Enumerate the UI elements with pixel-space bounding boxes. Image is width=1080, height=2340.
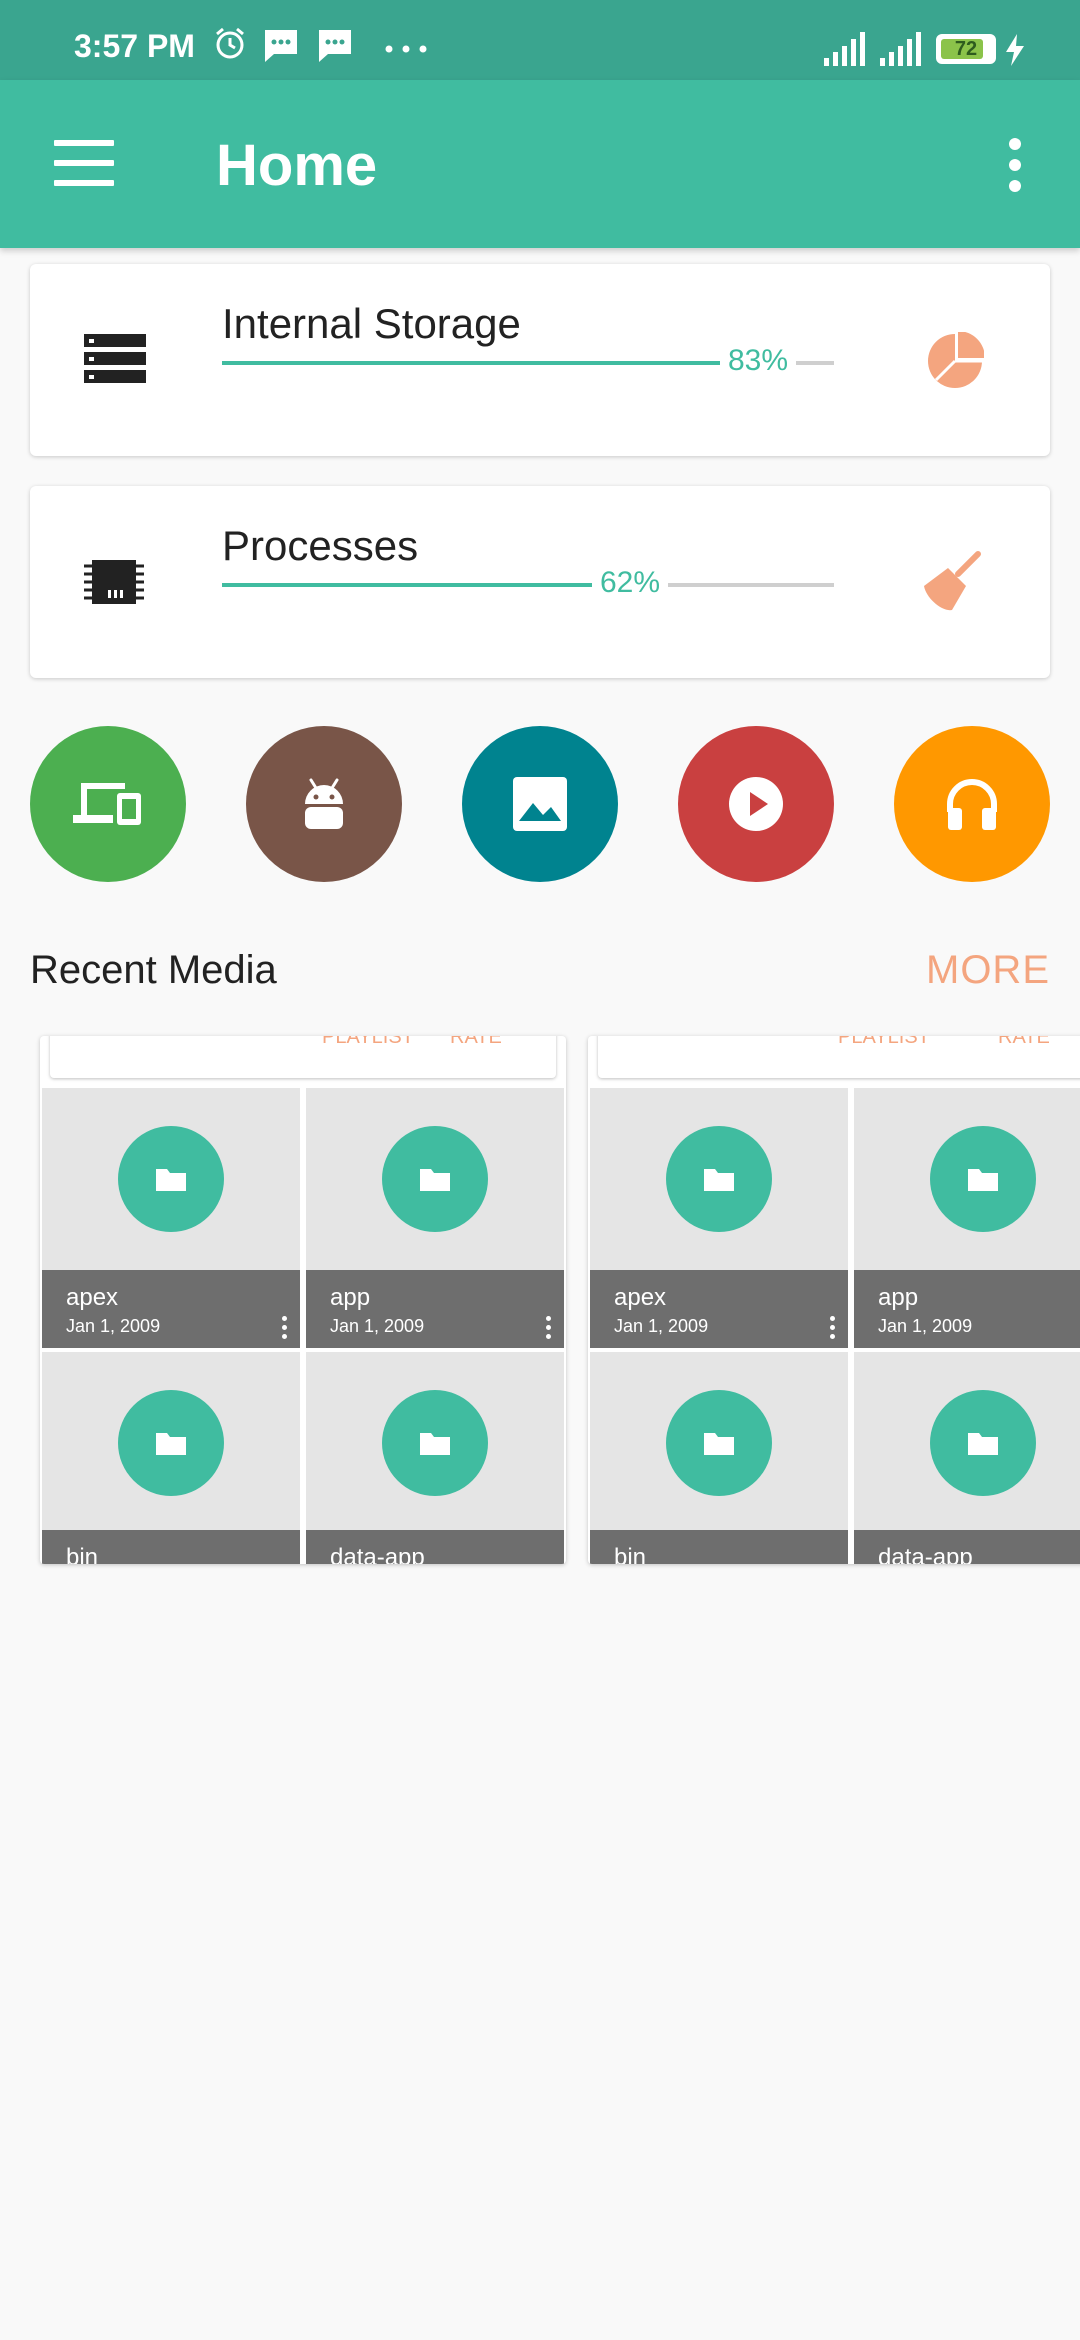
folder-tile[interactable]: data-app (854, 1352, 1080, 1564)
more-vert-icon[interactable] (830, 1316, 836, 1340)
memory-chip-icon (84, 560, 144, 604)
folder-tile[interactable]: bin (42, 1352, 300, 1564)
message-icon (319, 30, 351, 62)
signal-icon (824, 32, 865, 66)
tile-name: apex (614, 1284, 667, 1311)
recent-media-title: Recent Media (30, 948, 277, 992)
headphones-icon (947, 779, 997, 830)
folder-tile[interactable]: apex Jan 1, 2009 (42, 1088, 300, 1348)
tile-name: data-app (330, 1544, 425, 1564)
rate-label[interactable]: RATE (450, 1036, 502, 1049)
tile-date: Jan 1, 2009 (66, 1316, 161, 1336)
folder-tile[interactable]: bin (590, 1352, 848, 1564)
tile-name: app (878, 1284, 919, 1311)
pie-chart-icon[interactable] (926, 332, 984, 390)
battery-level: 72 (954, 38, 978, 60)
folder-icon (118, 1390, 224, 1496)
media-panel-header: PLAYLIST RATE (598, 1036, 1080, 1078)
tile-caption: data-app (306, 1530, 564, 1564)
tile-date: Jan 1, 2009 (878, 1316, 973, 1336)
signal-icon (880, 32, 921, 66)
hamburger-icon[interactable] (54, 140, 114, 190)
tile-name: app (330, 1284, 371, 1311)
internal-storage-title: Internal Storage (222, 300, 521, 347)
tile-caption: apex Jan 1, 2009 (42, 1270, 300, 1348)
tile-date: Jan 1, 2009 (330, 1316, 425, 1336)
tile-date: Jan 1, 2009 (614, 1316, 709, 1336)
folder-icon (382, 1390, 488, 1496)
page-title: Home (216, 133, 378, 198)
category-images[interactable] (462, 726, 618, 882)
devices-icon (73, 783, 141, 825)
tile-caption: bin (590, 1530, 848, 1564)
processes-card[interactable]: Processes 62% (30, 486, 1050, 678)
more-vert-icon[interactable] (546, 1316, 552, 1340)
tile-caption: data-app (854, 1530, 1080, 1564)
category-devices[interactable] (30, 726, 186, 882)
playlist-label[interactable]: PLAYLIST (838, 1036, 930, 1049)
folder-icon (666, 1126, 772, 1232)
playlist-label[interactable]: PLAYLIST (322, 1036, 414, 1049)
processes-percent: 62% (592, 566, 669, 600)
more-vert-icon[interactable] (1003, 138, 1027, 194)
folder-tile[interactable]: app Jan 1, 2009 (854, 1088, 1080, 1348)
folder-icon (930, 1126, 1036, 1232)
message-icon (265, 30, 297, 62)
tile-caption: bin (42, 1530, 300, 1564)
more-dots-icon (385, 45, 427, 53)
tile-name: apex (66, 1284, 119, 1311)
tile-name: bin (614, 1544, 647, 1564)
storage-percent: 83% (720, 344, 797, 378)
alarm-icon (216, 27, 244, 59)
battery-icon: 72 (936, 34, 996, 64)
charging-icon (1006, 34, 1024, 66)
media-panel: PLAYLIST RATE apex Jan 1, 2009 app Jan 1… (588, 1036, 1080, 1564)
processes-progress-fill (222, 583, 594, 587)
folder-icon (382, 1126, 488, 1232)
more-vert-icon[interactable] (282, 1316, 288, 1340)
more-button[interactable]: MORE (926, 948, 1050, 993)
status-bar: 3:57 PM 72 (0, 0, 1080, 80)
broom-icon[interactable] (922, 550, 984, 614)
media-panel-header: PLAYLIST RATE (50, 1036, 556, 1078)
folder-tile[interactable]: data-app (306, 1352, 564, 1564)
tile-caption: app Jan 1, 2009 (854, 1270, 1080, 1348)
tile-name: data-app (878, 1544, 973, 1564)
play-icon (729, 777, 783, 831)
rate-label[interactable]: RATE (998, 1036, 1050, 1049)
tile-name: bin (66, 1544, 99, 1564)
app-bar: Home (0, 80, 1080, 248)
tile-caption: app Jan 1, 2009 (306, 1270, 564, 1348)
image-icon (513, 777, 567, 831)
processes-title: Processes (222, 522, 419, 569)
folder-icon (930, 1390, 1036, 1496)
status-time: 3:57 PM (74, 28, 195, 64)
tile-caption: apex Jan 1, 2009 (590, 1270, 848, 1348)
media-panel: PLAYLIST RATE apex Jan 1, 2009 app Jan 1… (40, 1036, 566, 1564)
category-apps[interactable] (246, 726, 402, 882)
folder-tile[interactable]: app Jan 1, 2009 (306, 1088, 564, 1348)
internal-storage-card[interactable]: Internal Storage 83% (30, 264, 1050, 456)
storage-progress-fill (222, 361, 722, 365)
folder-tile[interactable]: apex Jan 1, 2009 (590, 1088, 848, 1348)
storage-icon (84, 334, 146, 383)
folder-icon (666, 1390, 772, 1496)
category-videos[interactable] (678, 726, 834, 882)
category-audio[interactable] (894, 726, 1050, 882)
folder-icon (118, 1126, 224, 1232)
android-icon (305, 778, 343, 829)
